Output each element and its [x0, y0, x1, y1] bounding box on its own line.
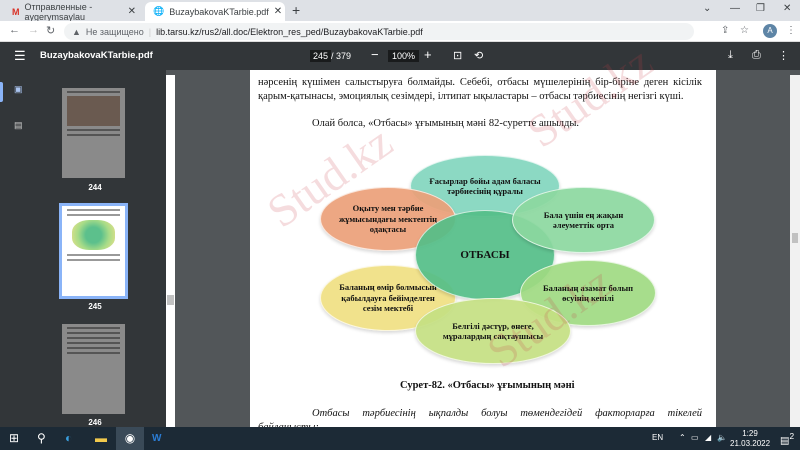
maximize-button[interactable]: ❐ [756, 3, 765, 14]
language-indicator[interactable]: EN [652, 433, 663, 442]
pdf-page: нәрсенің күшімен салыстыруға болмайды. С… [250, 70, 716, 427]
figure-caption: Сурет-82. «Отбасы» ұғымының мәні [400, 380, 575, 391]
thumbnail-label: 245 [88, 302, 102, 311]
url-text: lib.tarsu.kz/rus2/all.doc/Elektron_res_p… [156, 26, 423, 37]
menu-icon[interactable]: ☰ [14, 48, 26, 64]
diagram-node: Бала үшін ең жақын әлеуметтік орта [512, 187, 655, 253]
windows-taskbar: ⊞ ⚲ ◐ ▬ ◉ W EN ⌃ ▭ ◢ 🔈 1:29 21.03.2022 ▤2 [0, 427, 800, 450]
close-tab-icon[interactable]: ✕ [128, 6, 136, 17]
word-icon[interactable]: W [152, 433, 161, 444]
file-explorer-icon[interactable]: ▬ [95, 431, 107, 445]
chevron-up-icon[interactable]: ⌃ [679, 433, 686, 442]
paragraph: нәрсенің күшімен салыстыруға болмайды. С… [258, 77, 702, 102]
rotate-icon[interactable]: ⟲ [474, 49, 483, 62]
tab-pdf[interactable]: 🌐 BuzaybakovaKTarbie.pdf ✕ [145, 2, 285, 21]
chrome-icon[interactable]: ◉ [116, 427, 144, 450]
page-thumbnail-selected[interactable] [59, 203, 128, 299]
security-label[interactable]: Не защищено [86, 27, 144, 37]
gmail-icon: M [12, 6, 20, 17]
fit-page-icon[interactable]: ⊡ [453, 49, 462, 62]
time: 1:29 [742, 429, 758, 438]
zoom-input[interactable]: 100% [388, 50, 420, 62]
print-icon[interactable]: ⎙ [752, 49, 761, 62]
page-thumbnail[interactable] [62, 324, 125, 414]
page-number-input[interactable]: 245 [310, 50, 332, 62]
tab-search-icon[interactable]: ⌄ [703, 3, 711, 14]
notifications-icon[interactable]: ▤2 [780, 431, 794, 446]
battery-icon[interactable]: ▭ [691, 433, 699, 442]
notification-count: 2 [789, 431, 795, 441]
edge-icon[interactable]: ◐ [65, 431, 72, 445]
zoom-in-button[interactable]: + [424, 47, 432, 62]
warning-icon: ▲ [72, 26, 81, 37]
page-total: / 379 [331, 51, 352, 61]
thumbnail-label: 246 [88, 418, 102, 427]
address-bar-row: ← → ↻ ▲ Не защищено | lib.tarsu.kz/rus2/all… [0, 21, 800, 42]
wifi-icon[interactable]: ◢ [705, 433, 711, 442]
selected-indicator [0, 82, 3, 102]
browser-menu-icon[interactable]: ⋮ [786, 25, 796, 36]
paragraph: Отбасы тәрбиесінің ықпалды болуы төменде… [258, 408, 702, 427]
url-field[interactable]: ▲ Не защищено | lib.tarsu.kz/rus2/all.doc/E… [64, 23, 694, 40]
volume-icon[interactable]: 🔈 [717, 433, 727, 442]
forward-button[interactable]: → [28, 24, 39, 36]
tab-gmail[interactable]: M Отправленные - aygerymsaylau ✕ [4, 2, 144, 22]
page-scrollbar[interactable] [790, 75, 800, 427]
globe-icon: 🌐 [153, 6, 165, 16]
search-icon[interactable]: ⚲ [37, 431, 46, 445]
close-window-button[interactable]: ✕ [783, 3, 791, 14]
pdf-toolbar: ☰ BuzaybakovaKTarbie.pdf 245 / 379 − 100… [0, 42, 800, 70]
reload-button[interactable]: ↻ [46, 24, 55, 37]
sidebar-scrollbar[interactable] [166, 75, 175, 427]
new-tab-button[interactable]: + [292, 2, 300, 18]
clock[interactable]: 1:29 21.03.2022 [730, 429, 770, 449]
tab-strip: M Отправленные - aygerymsaylau ✕ 🌐 Buzaybak… [0, 0, 800, 22]
outline-view-icon[interactable]: ▤ [14, 120, 23, 131]
avatar[interactable]: A [763, 24, 777, 38]
paragraph: Олай болса, «Отбасы» ұғымының мәні 82-су… [312, 118, 580, 129]
start-button[interactable]: ⊞ [9, 431, 19, 445]
back-button[interactable]: ← [9, 24, 20, 36]
date: 21.03.2022 [730, 439, 771, 448]
zoom-out-button[interactable]: − [371, 47, 379, 62]
thumbnail-sidebar: ▣ ▤ 244 245 246 [0, 70, 166, 427]
thumbnail-label: 244 [88, 183, 102, 192]
close-tab-icon[interactable]: ✕ [274, 6, 282, 17]
minimize-button[interactable]: — [730, 3, 740, 14]
diagram-node: Белгілі дәстүр, өнеге, мұралардың сақтау… [415, 298, 571, 364]
page-thumbnail[interactable] [62, 88, 125, 178]
share-icon[interactable]: ⇪ [721, 25, 729, 36]
thumbnails-view-icon[interactable]: ▣ [14, 84, 23, 95]
download-icon[interactable]: ⤓ [728, 49, 733, 62]
bookmark-star-icon[interactable]: ☆ [740, 25, 749, 36]
pdf-title: BuzaybakovaKTarbie.pdf [40, 50, 153, 61]
more-options-icon[interactable]: ⋮ [778, 49, 789, 62]
